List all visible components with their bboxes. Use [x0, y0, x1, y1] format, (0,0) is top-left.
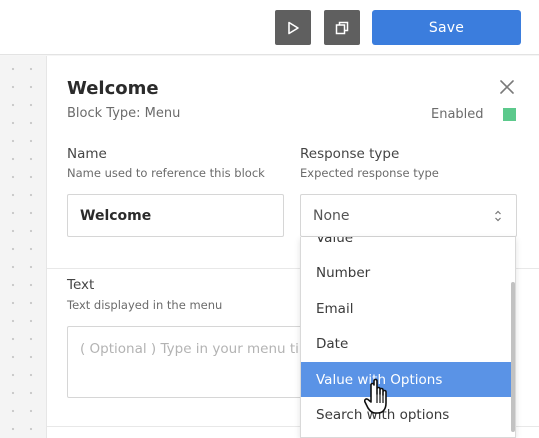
play-icon [288, 21, 299, 34]
dropdown-option-value[interactable]: Value [301, 237, 511, 255]
dropdown-option-search-with-options[interactable]: Search with options [301, 397, 511, 432]
enabled-toggle[interactable] [503, 108, 516, 121]
dropdown-scrollbar[interactable] [511, 282, 515, 432]
duplicate-button[interactable] [324, 10, 360, 45]
response-type-dropdown[interactable]: Value Number Email Date Value with Optio… [300, 237, 516, 438]
text-help-text: Text displayed in the menu [67, 298, 223, 312]
response-type-label: Response type [300, 146, 400, 162]
top-toolbar: Save [0, 0, 539, 55]
response-type-select[interactable]: None [300, 194, 517, 237]
name-input[interactable]: Welcome [67, 194, 284, 237]
dropdown-option-email[interactable]: Email [301, 291, 511, 326]
response-type-value: None [313, 207, 350, 224]
name-help-text: Name used to reference this block [67, 166, 265, 180]
hand-cursor-icon [364, 378, 387, 414]
response-type-help-text: Expected response type [300, 166, 439, 180]
save-button[interactable]: Save [372, 10, 521, 45]
flow-canvas[interactable] [0, 56, 46, 438]
name-label: Name [67, 146, 107, 162]
block-type-label: Block Type: Menu [67, 106, 181, 121]
copy-icon [335, 21, 349, 34]
sort-caret-icon [495, 210, 501, 222]
close-icon[interactable] [498, 78, 516, 96]
run-button[interactable] [275, 10, 311, 45]
page-title: Welcome [67, 78, 159, 99]
menu-text-input[interactable]: ( Optional ) Type in your menu ti [67, 326, 332, 398]
dropdown-option-value-with-options[interactable]: Value with Options [301, 362, 511, 397]
text-label: Text [67, 277, 95, 293]
enabled-label: Enabled [431, 107, 484, 122]
dropdown-option-number[interactable]: Number [301, 255, 511, 290]
dropdown-option-date[interactable]: Date [301, 326, 511, 361]
